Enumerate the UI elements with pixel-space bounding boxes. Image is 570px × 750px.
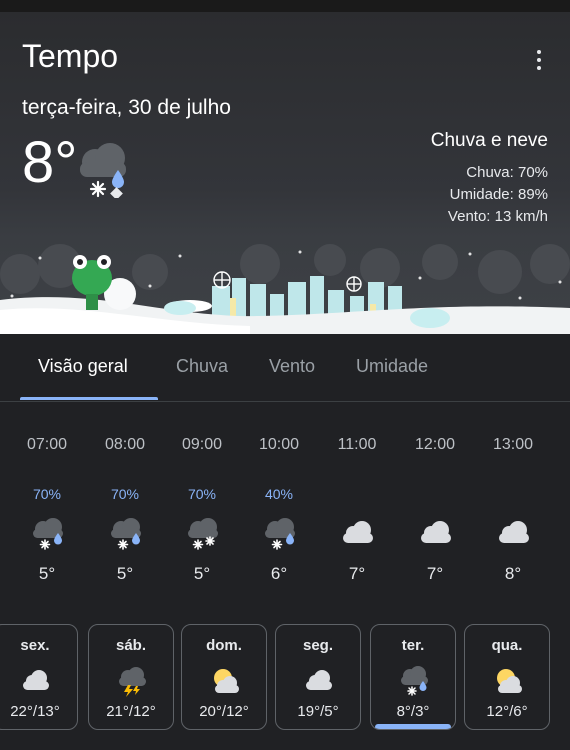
weather-header: Tempo terça-feira, 30 de julho 8° Chuva …	[0, 12, 570, 334]
hour-temperature: 5°	[116, 564, 134, 583]
rain-snow-icon	[265, 518, 295, 550]
day-temperatures: 20°/12°	[199, 703, 249, 720]
hour-time: 10:00	[258, 436, 300, 453]
humidity: Umidade: 89%	[449, 186, 548, 203]
cloud-icon	[23, 670, 49, 690]
current-date: terça-feira, 30 de julho	[22, 96, 231, 119]
day-temperatures: 19°/5°	[297, 703, 339, 720]
day-card[interactable]: seg. 19°/5°	[275, 624, 361, 730]
rain-snow-icon	[111, 518, 141, 550]
rain-snow-icon	[401, 666, 428, 696]
hour-time: 09:00	[181, 436, 223, 453]
hour-temperature: 7°	[426, 564, 444, 583]
selected-day-indicator	[375, 724, 451, 729]
status-bar	[0, 0, 570, 12]
day-temperatures: 21°/12°	[106, 703, 156, 720]
cloud-icon	[343, 521, 373, 543]
day-name: dom.	[206, 637, 242, 654]
hour-temperature: 5°	[38, 564, 56, 583]
hour-temperature: 8°	[504, 564, 522, 583]
cloud-icon	[306, 670, 332, 690]
hour-precipitation: 70%	[32, 486, 62, 502]
day-temperatures: 12°/6°	[486, 703, 528, 720]
hour-time: 11:00	[337, 436, 377, 453]
tab-humidity[interactable]: Umidade	[356, 356, 428, 377]
hour-temperature: 5°	[193, 564, 211, 583]
hour-time: 08:00	[104, 436, 146, 453]
day-card[interactable]: sex. 22°/13°	[0, 624, 78, 730]
hour-time: 13:00	[492, 436, 534, 453]
rain-snow-icon	[33, 518, 63, 550]
tab-wind[interactable]: Vento	[269, 356, 315, 377]
tab-bar: Visão geral Chuva Vento Umidade	[0, 334, 570, 402]
daily-forecast: sex. 22°/13° sáb. 21°/12° dom. 20°/12° s…	[0, 622, 570, 732]
day-card[interactable]: sáb. 21°/12°	[88, 624, 174, 730]
tab-overview[interactable]: Visão geral	[38, 356, 128, 377]
rain-snow-icon	[80, 143, 126, 198]
hour-precipitation: 40%	[264, 486, 294, 502]
cloud-icon	[499, 521, 529, 543]
day-card[interactable]: qua. 12°/6°	[464, 624, 550, 730]
partly-sunny-icon	[214, 669, 239, 693]
cloud-icon	[421, 521, 451, 543]
active-tab-indicator	[20, 397, 158, 400]
day-name: qua.	[491, 637, 523, 654]
day-temperatures: 22°/13°	[10, 703, 60, 720]
day-card[interactable]: dom. 20°/12°	[181, 624, 267, 730]
day-temperatures: 8°/3°	[396, 703, 430, 720]
day-card-selected[interactable]: ter. 8°/3°	[370, 624, 456, 730]
hour-time: 07:00	[26, 436, 68, 453]
day-name: ter.	[401, 637, 425, 654]
hour-temperature: 7°	[348, 564, 366, 583]
snow-icon	[188, 518, 218, 550]
current-temperature: 8°	[22, 130, 78, 195]
rain-chance: Chuva: 70%	[466, 164, 548, 181]
hour-temperature: 6°	[270, 564, 288, 583]
partly-sunny-icon	[497, 669, 522, 693]
hour-time: 12:00	[414, 436, 456, 453]
tab-rain[interactable]: Chuva	[176, 356, 228, 377]
weather-illustration	[0, 244, 570, 334]
current-condition: Chuva e neve	[430, 130, 548, 151]
app-title: Tempo	[22, 38, 119, 74]
thunderstorm-icon	[119, 667, 146, 697]
day-name: seg.	[302, 637, 333, 654]
more-options-icon[interactable]	[528, 48, 550, 72]
day-name: sex.	[20, 637, 50, 654]
hour-precipitation: 70%	[110, 486, 140, 502]
hour-precipitation: 70%	[187, 486, 217, 502]
wind-speed: Vento: 13 km/h	[447, 208, 548, 225]
hourly-forecast: 07:00 70% 5° 08:00 70% 5° 09:00 70% 5° 1…	[0, 402, 570, 612]
day-name: sáb.	[115, 637, 146, 654]
